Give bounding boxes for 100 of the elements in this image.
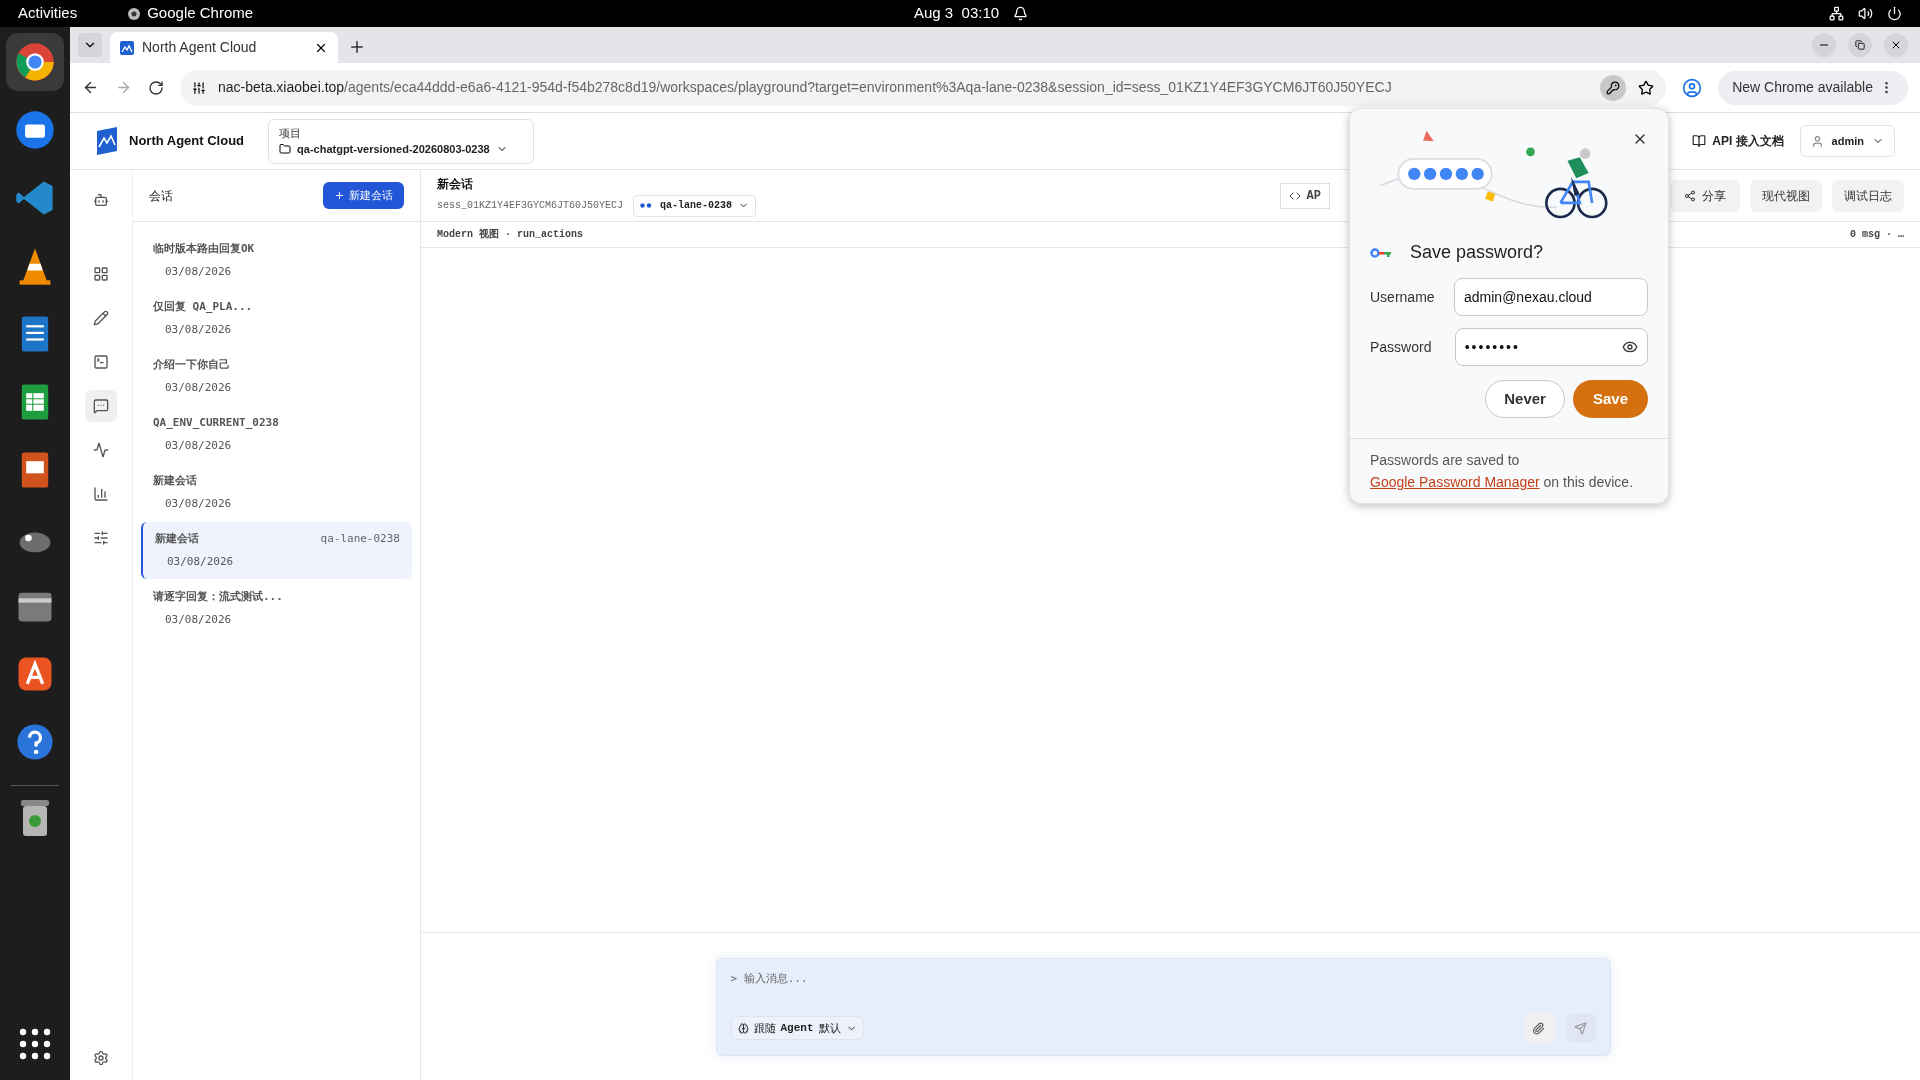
footer-text: Passwords are saved to <box>1370 452 1520 468</box>
project-label: 项目 <box>279 125 303 141</box>
toolbar-button[interactable]: 调试日志 <box>1832 179 1904 212</box>
plus-icon <box>334 190 345 201</box>
session-date: 03/08/2026 <box>165 321 233 338</box>
new-tab-icon[interactable] <box>348 38 366 56</box>
session-item[interactable]: 新建会话 03/08/2026 <box>141 464 412 521</box>
clock[interactable]: Aug 3 03:10 <box>914 2 1000 25</box>
minimize-button[interactable] <box>1812 33 1836 57</box>
session-date: 03/08/2026 <box>167 553 235 570</box>
never-button[interactable]: Never <box>1485 380 1565 418</box>
network-icon[interactable] <box>1829 6 1844 21</box>
restore-button[interactable] <box>1848 33 1872 57</box>
session-id: sess_01KZ1Y4EF3GYCM6JT60J50YECJ <box>437 199 624 213</box>
session-item[interactable]: 仅回复 QA_PLA... 03/08/2026 <box>141 290 412 347</box>
new-session-button[interactable]: 新建会话 <box>323 182 404 209</box>
session-date: 03/08/2026 <box>165 495 233 512</box>
folder-icon <box>279 143 292 156</box>
site-info-icon[interactable] <box>192 80 206 95</box>
message-input[interactable]: > 输入消息... <box>730 971 1596 988</box>
session-item[interactable]: 请逐字回复：流式测试... 03/08/2026 <box>141 580 412 637</box>
session-title: 请逐字回复：流式测试... <box>153 589 283 605</box>
chat-title: 新会话 <box>437 175 474 193</box>
lane-tag: qa-lane-0238 <box>320 531 400 548</box>
session-title: 临时版本路由回复OK <box>153 241 255 257</box>
close-icon <box>1890 39 1902 51</box>
back-icon[interactable] <box>82 79 99 96</box>
session-item[interactable]: 新建会话 qa-lane-0238 03/08/2026 <box>141 522 412 579</box>
activities-button[interactable]: Activities <box>18 2 78 25</box>
pencil-icon <box>93 310 109 326</box>
api-docs-link[interactable]: API 接入文档 <box>1692 132 1784 150</box>
popup-title: Save password? <box>1410 241 1544 264</box>
session-title: 新建会话 <box>153 473 197 489</box>
settings-icon[interactable] <box>93 1050 109 1066</box>
agent-mode-selector[interactable]: 跟随 Agent 默认 <box>730 1016 864 1040</box>
close-window-button[interactable] <box>1884 33 1908 57</box>
volume-icon[interactable] <box>1858 6 1873 21</box>
brand-name: North Agent Cloud <box>129 132 245 151</box>
address-bar[interactable]: nac-beta.xiaobei.top/agents/eca44ddd-e6a6-4121-954d-f54b278c8d19/workspaces/playground?target=environment%3Aqa-lane-0238&session_id=sess_01KZ1Y4EF3GYCM6JT60J50YECJ <box>180 69 1667 106</box>
power-icon[interactable] <box>1887 6 1902 21</box>
session-date: 03/08/2026 <box>165 263 233 280</box>
message-count: 0 msg · … <box>1850 228 1904 242</box>
session-date: 03/08/2026 <box>165 437 233 454</box>
user-icon <box>1810 134 1824 148</box>
brain-icon <box>737 1022 749 1034</box>
browser-icon <box>127 6 142 21</box>
bar-chart-icon <box>93 486 109 502</box>
tab-title: North Agent Cloud <box>142 38 258 57</box>
app-name: Google Chrome <box>147 3 254 24</box>
attach-button[interactable] <box>1523 1013 1554 1043</box>
session-title: 新建会话 <box>155 531 199 547</box>
profile-icon[interactable] <box>1682 77 1703 98</box>
grid-icon <box>93 266 109 282</box>
session-item[interactable]: 临时版本路由回复OK 03/08/2026 <box>141 232 412 289</box>
session-title: 介绍一下你自己 <box>153 357 230 373</box>
view-info: Modern 视图 · run_actions <box>437 227 584 242</box>
project-name: qa-chatgpt-versioned-20260803-0238 <box>297 142 490 157</box>
bookmark-star-icon[interactable] <box>1638 79 1655 96</box>
update-button[interactable]: New Chrome available <box>1718 70 1908 105</box>
mountain-logo-icon <box>95 127 119 155</box>
book-icon <box>1692 134 1707 148</box>
panel-title: 会话 <box>149 187 173 205</box>
url-text: nac-beta.xiaobei.top/agents/eca44ddd-e6a6-4121-954d-f54b278c8d19/workspaces/playground?target=environment%3Aqa-lane-0238&session_id=sess_01KZ1Y4EF3GYCM6JT60J50YECJ <box>218 78 1393 97</box>
user-menu-button[interactable]: admin <box>1799 125 1895 157</box>
session-item[interactable]: QA_ENV_CURRENT_0238 03/08/2026 <box>141 406 412 463</box>
browser-tab[interactable]: North Agent Cloud <box>110 32 338 63</box>
restore-icon <box>1855 40 1865 50</box>
robot-icon <box>93 192 109 208</box>
chat-icon <box>93 398 109 414</box>
share-icon <box>1684 189 1696 202</box>
password-manager-link[interactable]: Google Password Manager <box>1370 474 1540 490</box>
session-title: QA_ENV_CURRENT_0238 <box>153 415 279 431</box>
key-icon <box>1606 80 1621 95</box>
reload-icon[interactable] <box>148 79 164 96</box>
session-date: 03/08/2026 <box>165 379 233 396</box>
session-title: 仅回复 QA_PLA... <box>153 299 253 315</box>
username-field[interactable]: admin@nexau.cloud <box>1454 278 1648 316</box>
browser-icon[interactable] <box>13 40 57 84</box>
share-button[interactable]: 分享 <box>1670 179 1740 212</box>
notification-icon[interactable] <box>1013 6 1029 21</box>
password-key-button[interactable] <box>1600 74 1627 101</box>
project-selector[interactable]: 项目 qa-chatgpt-versioned-20260803-0238 <box>268 118 535 164</box>
password-label: Password <box>1370 337 1433 357</box>
sliders-icon <box>93 530 109 546</box>
rail-button[interactable] <box>85 390 117 422</box>
session-item[interactable]: 介绍一下你自己 03/08/2026 <box>141 348 412 405</box>
lane-selector[interactable]: qa-lane-0238 <box>633 194 757 217</box>
username-label: Username <box>1370 287 1436 307</box>
code-view-button[interactable]: AP <box>1279 182 1330 209</box>
pulse-icon <box>93 442 109 458</box>
password-field[interactable]: •••••••• <box>1454 328 1648 366</box>
key-icon <box>1370 247 1392 258</box>
app-grid-icon[interactable] <box>19 1028 51 1060</box>
mountain-logo-icon <box>120 40 134 55</box>
tab-list-button[interactable] <box>78 33 102 57</box>
terminal-icon <box>93 354 109 370</box>
session-date: 03/08/2026 <box>165 611 233 628</box>
footer-text: on this device. <box>1542 474 1634 490</box>
toolbar-button[interactable]: 现代视图 <box>1750 179 1822 212</box>
show-password-icon[interactable] <box>1622 339 1638 355</box>
